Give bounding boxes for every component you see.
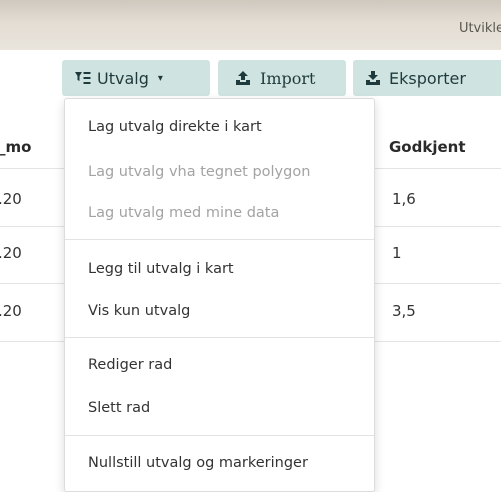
chevron-down-icon: ▾ bbox=[157, 72, 163, 84]
table-cell: .20 bbox=[0, 190, 22, 208]
import-button-label: Import bbox=[260, 68, 316, 88]
menu-item-lag-utvalg-mine-data[interactable]: Lag utvalg med mine data bbox=[88, 205, 279, 221]
menu-divider bbox=[65, 337, 374, 338]
top-banner: Utvikle bbox=[0, 0, 501, 50]
table-cell-godkjent: 3,5 bbox=[392, 302, 416, 320]
header-label: Utvikle bbox=[458, 21, 501, 36]
utvalg-dropdown-button[interactable]: Utvalg ▾ bbox=[62, 60, 210, 96]
menu-divider bbox=[65, 239, 374, 240]
menu-item-legg-til-utvalg[interactable]: Legg til utvalg i kart bbox=[88, 261, 234, 277]
import-button[interactable]: Import bbox=[218, 60, 346, 96]
filter-icon bbox=[75, 71, 91, 85]
column-header-mo[interactable]: _mo bbox=[0, 138, 31, 156]
export-button-label: Eksporter bbox=[389, 68, 466, 88]
menu-divider bbox=[65, 435, 374, 436]
menu-item-nullstill[interactable]: Nullstill utvalg og markeringer bbox=[88, 455, 308, 471]
download-icon bbox=[365, 70, 381, 86]
column-header-godkjent[interactable]: Godkjent bbox=[389, 138, 466, 156]
menu-item-vis-kun-utvalg[interactable]: Vis kun utvalg bbox=[88, 303, 190, 319]
utvalg-button-label: Utvalg bbox=[97, 68, 149, 88]
table-cell-godkjent: 1 bbox=[392, 244, 402, 262]
menu-item-rediger-rad[interactable]: Rediger rad bbox=[88, 357, 172, 373]
export-button[interactable]: Eksporter bbox=[353, 60, 501, 96]
upload-icon bbox=[235, 70, 251, 86]
menu-item-lag-utvalg-polygon[interactable]: Lag utvalg vha tegnet polygon bbox=[88, 164, 310, 180]
menu-item-slett-rad[interactable]: Slett rad bbox=[88, 400, 150, 416]
menu-item-lag-utvalg-direkte[interactable]: Lag utvalg direkte i kart bbox=[88, 119, 262, 135]
table-cell: .20 bbox=[0, 302, 22, 320]
table-cell: .20 bbox=[0, 244, 22, 262]
utvalg-dropdown-menu: Lag utvalg direkte i kart Lag utvalg vha… bbox=[64, 98, 375, 492]
table-cell-godkjent: 1,6 bbox=[392, 190, 416, 208]
